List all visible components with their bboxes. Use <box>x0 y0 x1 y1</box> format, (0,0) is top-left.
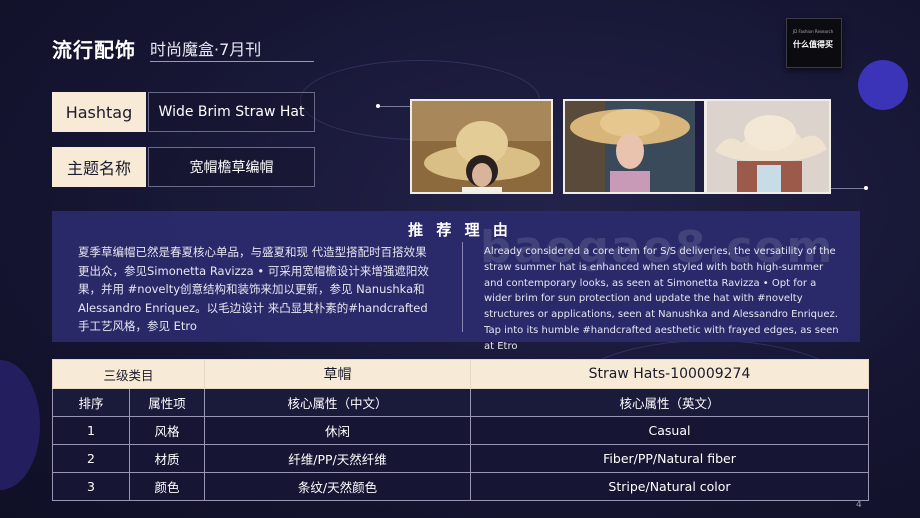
header-core-cn: 核心属性（中文） <box>204 388 471 417</box>
cell-attribute: 颜色 <box>129 472 205 501</box>
cell-rank: 3 <box>52 472 130 501</box>
attribute-table: 三级类目 草帽 Straw Hats-100009274 排序 属性项 核心属性… <box>52 359 869 501</box>
cell-core-en: Fiber/PP/Natural fiber <box>470 444 869 473</box>
category-row: 三级类目 草帽 Straw Hats-100009274 <box>52 359 869 389</box>
hat-photo-1 <box>410 99 553 194</box>
connector-line <box>831 188 864 189</box>
table-row: 2 材质 纤维/PP/天然纤维 Fiber/PP/Natural fiber <box>52 444 869 473</box>
connector-line <box>380 106 410 107</box>
theme-value: 宽帽檐草编帽 <box>148 147 315 187</box>
cell-attribute: 风格 <box>129 416 205 445</box>
header-attribute: 属性项 <box>129 388 205 417</box>
category-label: 三级类目 <box>52 359 205 389</box>
decorative-circle <box>0 360 40 490</box>
brand-logo: JD Fashion Research 什么值得买 <box>786 18 842 68</box>
cell-core-en: Casual <box>470 416 869 445</box>
cell-core-cn: 休闲 <box>204 416 471 445</box>
recommendation-text-en: Already considered a core item for S/S d… <box>484 246 839 352</box>
title-underline <box>150 61 314 62</box>
cell-core-cn: 纤维/PP/天然纤维 <box>204 444 471 473</box>
hashtag-value: Wide Brim Straw Hat <box>148 92 315 132</box>
recommendation-text-cn: 夏季草编帽已然是春夏核心单品，与盛夏和现 代造型搭配时百搭效果更出众，参见Sim… <box>78 245 429 333</box>
cell-attribute: 材质 <box>129 444 205 473</box>
header-core-en: 核心属性（英文） <box>470 388 869 417</box>
table-row: 3 颜色 条纹/天然颜色 Stripe/Natural color <box>52 472 869 501</box>
connector-dot <box>864 186 868 190</box>
cell-core-en: Stripe/Natural color <box>470 472 869 501</box>
page-subtitle: 时尚魔盒·7月刊 <box>150 40 262 59</box>
cell-rank: 2 <box>52 444 130 473</box>
logo-small-text: JD Fashion Research <box>793 29 834 34</box>
table-row: 1 风格 休闲 Casual <box>52 416 869 445</box>
theme-label: 主题名称 <box>52 147 146 187</box>
page-title: 流行配饰 <box>52 38 136 62</box>
category-en: Straw Hats-100009274 <box>470 359 869 389</box>
hat-photo-3 <box>705 99 831 194</box>
table-header-row: 排序 属性项 核心属性（中文） 核心属性（英文） <box>52 388 869 417</box>
category-cn: 草帽 <box>204 359 471 389</box>
header-rank: 排序 <box>52 388 130 417</box>
logo-text: 什么值得买 <box>793 40 833 49</box>
page-number: 4 <box>856 500 862 510</box>
hat-photo-2 <box>563 99 706 194</box>
recommendation-title: 推 荐 理 由 <box>408 221 512 239</box>
hashtag-label: Hashtag <box>52 92 146 132</box>
cell-core-cn: 条纹/天然颜色 <box>204 472 471 501</box>
cell-rank: 1 <box>52 416 130 445</box>
decorative-circle <box>858 60 908 110</box>
